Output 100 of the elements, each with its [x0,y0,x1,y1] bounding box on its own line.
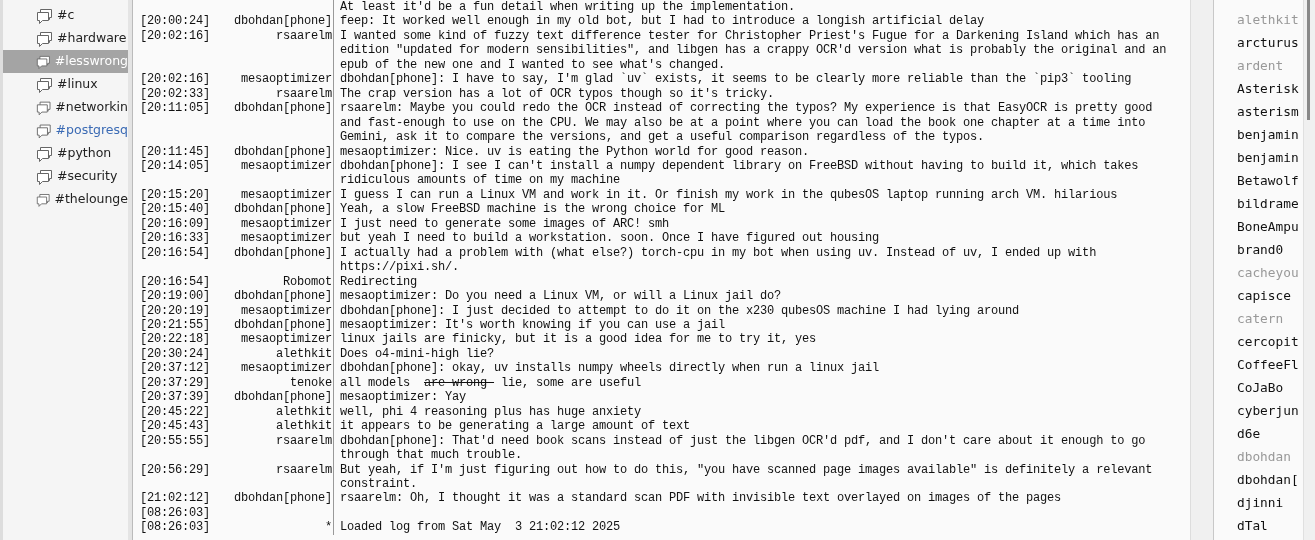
message-text: I just need to generate some images of ARC! smh [340,216,670,231]
nickname: dbohdan[phone] [233,101,332,116]
timestamp: [20:56:29] [140,462,210,477]
nick-item[interactable]: cercopit [1237,330,1303,353]
nick-item[interactable]: CoffeeFl [1237,353,1303,376]
message-text: dbohdan[phone]: I see I can't install a numpy dependent library on FreeBSD without having to build it, which takes ridiculous amounts of time on my machine [340,159,1140,188]
chat-bubbles-icon [36,7,53,24]
timestamp: [21:02:12] [140,491,210,506]
nickname: mesaoptimizer [241,361,332,376]
nick-item[interactable]: brand0 [1237,238,1303,261]
channel-item[interactable]: #security [3,165,128,188]
nick-item[interactable]: arcturus [1237,31,1303,54]
message-text: Redirecting [340,274,417,289]
nickname: tenoke [290,375,332,390]
channel-item[interactable]: #python [3,142,128,165]
message-text: At least it'd be a fun detail when writing up the implementation. [340,0,796,14]
nick-item[interactable]: benjamin [1237,123,1303,146]
channel-item[interactable]: #networkin [3,96,128,119]
message-text: mesaoptimizer: It's worth knowing if you can use a jail [340,317,726,332]
nick-item[interactable]: capisce [1237,284,1303,307]
message-text: I guess I can run a Linux VM and work in it. Or finish my work in the qubesOS laptop running arch VM. hilarious [340,187,1118,202]
message-text: feep: It worked well enough in my old bot, but I had to introduce a longish artificial delay [340,14,985,29]
timestamp: [20:20:19] [140,303,210,318]
scrollbar-thumb[interactable] [1307,0,1310,120]
timestamp: [20:02:16] [140,28,210,43]
message-text: it appears to be generating a large amount of text [340,419,691,434]
nick-item[interactable]: Asterisk [1237,77,1303,100]
message-text: mesaoptimizer: Nice. uv is eating the Python world for good reason. [340,144,810,159]
message-text: but yeah I need to build a workstation. soon. Once I have figured out housing [340,231,880,246]
nickname: rsaarelm [276,28,332,43]
nickname: dbohdan[phone] [233,245,332,260]
nickname: mesaoptimizer [241,303,332,318]
chat-bubbles-icon [36,122,52,139]
nickname: dbohdan[phone] [233,144,332,159]
channel-item[interactable]: #thelounge [3,188,128,211]
nickname: dbohdan[phone] [233,317,332,332]
nickname: mesaoptimizer [241,332,332,347]
message-text: dbohdan[phone]: I just decided to attempt to do it on the x230 qubesOS machine I had lying around [340,303,1020,318]
message-text: all models are wrong lie, some are useful [340,375,642,390]
nick-item[interactable]: dTal [1237,514,1303,537]
timestamp: [08:26:03] [140,505,210,520]
chat-bubbles-icon [36,30,53,47]
nick-item[interactable]: benjamin [1237,146,1303,169]
message-text: I actually had a problem with (what else?) torch-cpu in my bot when using uv. Instead of uv, I ended up with https://pixi.sh/. [340,245,1098,275]
message-text: mesaoptimizer: Yay [340,390,467,405]
chat-bubbles-icon [36,76,53,93]
nickname: * [325,520,332,535]
nick-item[interactable]: dbohdan[ [1237,468,1303,491]
timestamp: [20:16:33] [140,231,210,246]
timestamp: [20:22:18] [140,332,210,347]
nickname: rsaarelm [276,86,332,101]
nick-item[interactable]: djinni [1237,491,1303,514]
nick-item[interactable]: cyberjun [1237,399,1303,422]
nickname: dbohdan[phone] [233,491,332,506]
nick-item[interactable]: Betawolf [1237,169,1303,192]
timestamp: [20:16:54] [140,245,210,260]
timestamp: [20:21:55] [140,317,210,332]
timestamp: [20:45:43] [140,419,210,434]
message-text: I wanted some kind of fuzzy text difference tester for Christopher Priest's Fugue for a Darkening Island which has an edition "updated for modern sensibilities", and libgen has a crappy OCR'd version what is probably the original and an epub of the new one and I wanted to see what's changed. [340,28,1168,72]
timestamp: [08:26:03] [140,520,210,535]
message-text: linux jails are finicky, but it is a good idea for me to try it, yes [340,332,817,347]
message-text: The crap version has a lot of OCR typos though so it's tricky. [340,86,775,101]
message-text: Does o4-mini-high lie? [340,346,495,361]
message-text: But yeah, if I'm just figuring out how to do this, "you have scanned page images available" is definitely a relevant constraint. [340,462,1154,491]
nick-item[interactable]: bildrame [1237,192,1303,215]
nick-item[interactable]: asterism [1237,100,1303,123]
message-text: Loaded log from Sat May 3 21:02:12 2025 [340,520,621,535]
message-text: rsaarelm: Maybe you could redo the OCR instead of correcting the typos? My experience is that EasyOCR is pretty good and fast-enough to use on the CPU. We may also be at a point where you can load the book one chapter at a time into Gemini, ask it to compare the versions, and get a useful comparison regardless of the typos. [340,101,1154,145]
chat-bubbles-icon [36,168,53,185]
nick-item[interactable]: BoneAmpu [1237,215,1303,238]
channel-item[interactable]: #c [3,4,128,27]
chat-bubbles-icon [36,53,51,70]
timestamp: [20:30:24] [140,346,210,361]
channel-item[interactable]: #linux [3,73,128,96]
channel-item[interactable]: #postgresq [3,119,128,142]
chat-bubbles-icon [36,145,53,162]
nickname: dbohdan[phone] [233,289,332,304]
nickname: rsaarelm [276,462,332,477]
timestamp: [20:14:05] [140,159,210,173]
timestamp: [20:37:12] [140,361,210,376]
message-text: dbohdan[phone]: I have to say, I'm glad `uv` exists, it seems to be clearly more reliable than the `pip3` tooling [340,72,1132,87]
nickname: mesaoptimizer [241,231,332,246]
channel-item[interactable]: #hardware [3,27,128,50]
timestamp: [20:16:09] [140,216,210,231]
message-text: rsaarelm: Oh, I thought it was a standard scan PDF with invisible text overlayed on images of the pages [340,491,1062,506]
timestamp: [20:16:54] [140,274,210,289]
timestamp: [20:15:20] [140,187,210,202]
nick-item[interactable]: CoJaBo [1237,376,1303,399]
nick-item[interactable]: d6e [1237,422,1303,445]
message-text: well, phi 4 reasoning plus has huge anxiety [340,404,642,419]
message-text: dbohdan[phone]: okay, uv installs numpy wheels directly when run a linux jail [340,361,880,376]
timestamp: [20:11:45] [140,144,210,159]
nickname: mesaoptimizer [241,159,332,173]
nickname: dbohdan[phone] [233,390,332,405]
chat-bubbles-icon [36,191,51,208]
timestamp: [20:45:22] [140,404,210,419]
nickname: mesaoptimizer [241,72,332,87]
timestamp: [20:02:33] [140,86,210,101]
nickname: dbohdan[phone] [233,202,332,217]
nickname: mesaoptimizer [241,216,332,231]
